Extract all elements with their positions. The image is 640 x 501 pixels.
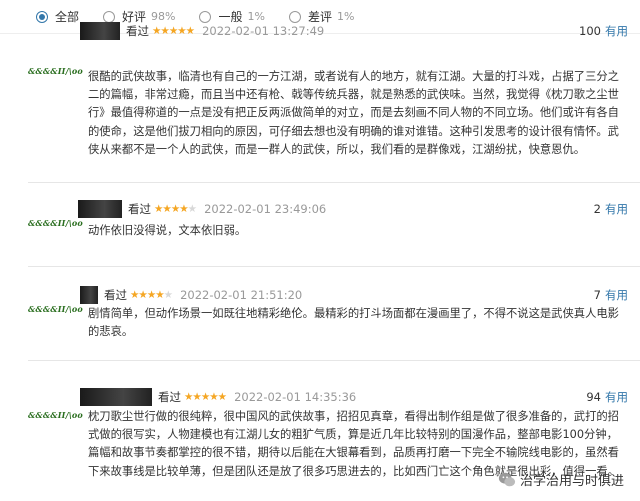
username-redacted	[80, 22, 120, 40]
vote-count: 2	[593, 202, 601, 216]
avatar: &&&&II/\oo	[28, 210, 83, 248]
avatar: &&&&II/\oo	[28, 402, 83, 440]
useful-votes: 94 有用	[586, 389, 628, 405]
review-header: 看过 ★★★★★ 2022-02-01 14:35:36 94 有用	[80, 388, 628, 406]
review-header: 看过 ★★★★★ 2022-02-01 13:27:49 100 有用	[80, 22, 628, 40]
radio-all[interactable]	[36, 10, 48, 23]
watermark-text: 治学治用与时俱进	[519, 474, 624, 489]
avatar-logo-text: &&&&II/\oo	[28, 218, 83, 228]
star-rating: ★★★★★	[184, 391, 227, 403]
useful-button[interactable]: 有用	[605, 288, 628, 302]
review-time: 2022-02-01 14:35:36	[234, 390, 357, 404]
star-rating: ★★★★★	[130, 289, 173, 301]
avatar-logo-text: &&&&II/\oo	[28, 66, 83, 76]
vote-count: 94	[586, 390, 601, 404]
username-redacted	[78, 200, 122, 218]
avatar-logo-text: &&&&II/\oo	[28, 410, 83, 420]
useful-button[interactable]: 有用	[605, 202, 628, 216]
review-content: 很酷的武侠故事，临清也有自己的一方江湖，或者说有人的地方，就有江湖。大量的打斗戏…	[88, 70, 619, 156]
review-time: 2022-02-01 13:27:49	[202, 24, 325, 38]
rating-label: 看过	[126, 24, 149, 38]
wechat-icon	[498, 472, 516, 486]
username-redacted	[80, 286, 98, 304]
star-rating: ★★★★★	[154, 203, 197, 215]
useful-button[interactable]: 有用	[605, 390, 628, 404]
avatar: &&&&II/\oo	[28, 296, 83, 334]
star-rating: ★★★★★	[152, 25, 195, 37]
useful-votes: 7 有用	[594, 287, 628, 303]
useful-votes: 2 有用	[594, 201, 628, 217]
rating-label: 看过	[128, 202, 151, 216]
filter-all[interactable]: 全部	[36, 8, 79, 25]
username-redacted	[80, 388, 152, 406]
useful-button[interactable]: 有用	[605, 24, 628, 38]
review-time: 2022-02-01 23:49:06	[204, 202, 327, 216]
vote-count: 7	[593, 288, 601, 302]
divider	[28, 266, 640, 267]
radio-negative[interactable]	[288, 10, 301, 23]
divider	[28, 182, 640, 183]
avatar: &&&&II/\oo	[28, 58, 83, 96]
review-time: 2022-02-01 21:51:20	[180, 288, 303, 302]
review-content: 剧情简单，但动作场景一如既往地精彩绝伦。最精彩的打斗场面都在漫画里了，不得不说这…	[88, 307, 619, 339]
divider	[28, 360, 640, 361]
rating-label: 看过	[158, 390, 181, 404]
radio-neutral[interactable]	[199, 10, 212, 23]
radio-positive[interactable]	[103, 10, 116, 23]
useful-votes: 100 有用	[579, 23, 628, 39]
review-header: 看过 ★★★★★ 2022-02-01 23:49:06 2 有用	[78, 200, 628, 218]
watermark: 治学治用与时俱进	[498, 470, 624, 489]
filter-label: 全部	[55, 10, 80, 24]
avatar-logo-text: &&&&II/\oo	[28, 304, 83, 314]
vote-count: 100	[579, 24, 601, 38]
review-content: 动作依旧没得说，文本依旧弱。	[88, 224, 247, 237]
review-header: 看过 ★★★★★ 2022-02-01 21:51:20 7 有用	[80, 286, 628, 304]
rating-label: 看过	[104, 288, 127, 302]
